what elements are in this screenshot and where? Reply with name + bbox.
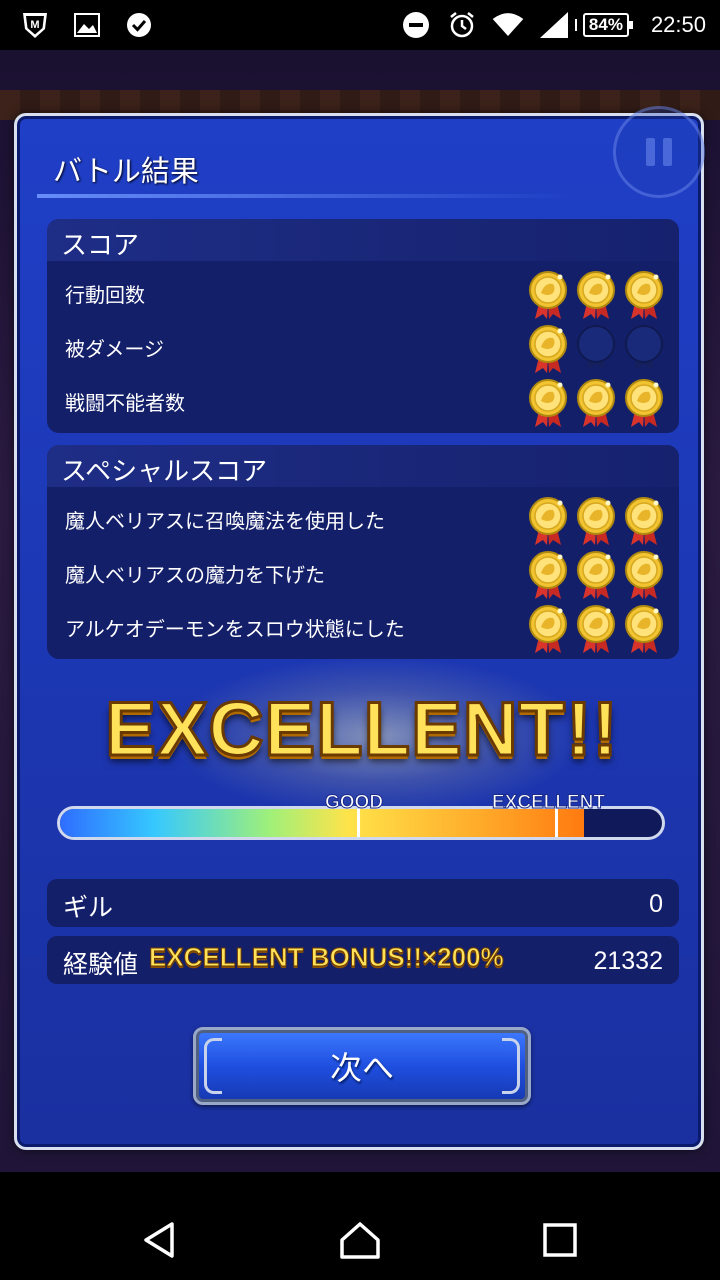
recents-square-icon <box>543 1223 577 1257</box>
special-score-row: 魔人ベリアスの魔力を下げた <box>65 549 665 603</box>
pause-bar <box>663 138 672 166</box>
exp-label: 経験値 <box>63 950 139 979</box>
exp-value: 21332 <box>593 947 663 975</box>
signal-icon <box>537 8 571 42</box>
gold-medal-icon <box>575 603 617 655</box>
score-row-label: 戦闘不能者数 <box>65 391 185 415</box>
button-frame-right <box>502 1038 520 1094</box>
gold-medal-icon <box>623 603 665 655</box>
next-button-label: 次へ <box>329 1049 394 1087</box>
rank-text: EXCELLENT!! <box>104 686 619 774</box>
special-score-panel: スペシャルスコア 魔人ベリアスに召喚魔法を使用した 魔人ベリアスの魔力を下げた … <box>47 445 679 659</box>
medal-group <box>527 549 665 601</box>
gold-medal-icon <box>623 269 665 321</box>
empty-medal-icon <box>575 323 617 375</box>
gold-medal-icon <box>575 495 617 547</box>
gold-medal-icon <box>623 549 665 601</box>
svg-text:M: M <box>30 19 39 31</box>
special-score-row: 魔人ベリアスに召喚魔法を使用した <box>65 495 665 549</box>
image-icon <box>70 8 104 42</box>
exp-bonus-text: EXCELLENT BONUS!!×200% <box>149 942 505 973</box>
battery-percent: 84% <box>588 15 623 34</box>
gold-medal-icon <box>527 603 569 655</box>
exp-row: 経験値 EXCELLENT BONUS!!×200% 21332 <box>47 936 679 984</box>
gold-medal-icon <box>575 269 617 321</box>
gold-medal-icon <box>575 377 617 429</box>
button-frame-left <box>204 1038 222 1094</box>
gold-medal-icon <box>527 323 569 375</box>
special-score-panel-title: スペシャルスコア <box>61 457 268 487</box>
medal-group <box>527 495 665 547</box>
gold-medal-icon <box>623 377 665 429</box>
gold-medal-icon <box>575 549 617 601</box>
gold-medal-icon <box>527 495 569 547</box>
home-button[interactable] <box>336 1216 384 1264</box>
do-not-disturb-icon <box>399 8 433 42</box>
back-triangle-icon <box>144 1222 174 1258</box>
recents-button[interactable] <box>536 1216 584 1264</box>
score-row-label: 被ダメージ <box>65 337 164 361</box>
shield-m-icon: M <box>18 8 52 42</box>
gold-medal-icon <box>527 377 569 429</box>
gold-medal-icon <box>623 495 665 547</box>
special-score-row-label: アルケオデーモンをスロウ状態にした <box>65 617 405 641</box>
navigation-bar <box>0 1172 720 1280</box>
dialog-title: バトル結果 <box>53 154 199 188</box>
score-row: 被ダメージ <box>65 323 665 377</box>
score-row-label: 行動回数 <box>65 283 145 307</box>
title-divider <box>37 194 577 198</box>
home-icon <box>340 1222 380 1259</box>
gauge-excellent-label: EXCELLENT <box>492 792 606 814</box>
gil-row: ギル 0 <box>47 879 679 927</box>
back-button[interactable] <box>136 1216 184 1264</box>
medal-group <box>527 603 665 655</box>
medal-group <box>527 269 665 321</box>
score-panel-header <box>47 219 679 261</box>
next-button[interactable]: 次へ <box>193 1027 531 1105</box>
pause-bar <box>646 138 655 166</box>
alarm-icon <box>445 8 479 42</box>
score-row: 行動回数 <box>65 269 665 323</box>
empty-medal-icon <box>623 323 665 375</box>
gauge-good-label: GOOD <box>324 792 384 814</box>
gold-medal-icon <box>527 549 569 601</box>
battle-result-dialog: バトル結果 スコア 行動回数 被ダメージ 戦闘不能者数 スペシャルスコア 魔人ベ… <box>14 106 705 1150</box>
special-score-row: アルケオデーモンをスロウ状態にした <box>65 603 665 657</box>
special-score-row-label: 魔人ベリアスの魔力を下げた <box>65 563 325 587</box>
score-row: 戦闘不能者数 <box>65 377 665 431</box>
gil-value: 0 <box>649 890 663 918</box>
wifi-icon <box>491 8 525 42</box>
gold-medal-icon <box>527 269 569 321</box>
score-panel-title: スコア <box>61 231 140 261</box>
medal-group <box>527 323 665 375</box>
special-score-row-label: 魔人ベリアスに召喚魔法を使用した <box>65 509 385 533</box>
check-circle-icon <box>122 8 156 42</box>
medal-group <box>527 377 665 429</box>
score-panel: スコア 行動回数 被ダメージ 戦闘不能者数 <box>47 219 679 433</box>
status-bar: M 84% 22:50 <box>0 0 720 50</box>
status-clock: 22:50 <box>650 12 706 37</box>
battery-indicator: 84% <box>574 13 633 37</box>
gil-label: ギル <box>63 893 114 922</box>
pause-button[interactable] <box>613 106 705 198</box>
